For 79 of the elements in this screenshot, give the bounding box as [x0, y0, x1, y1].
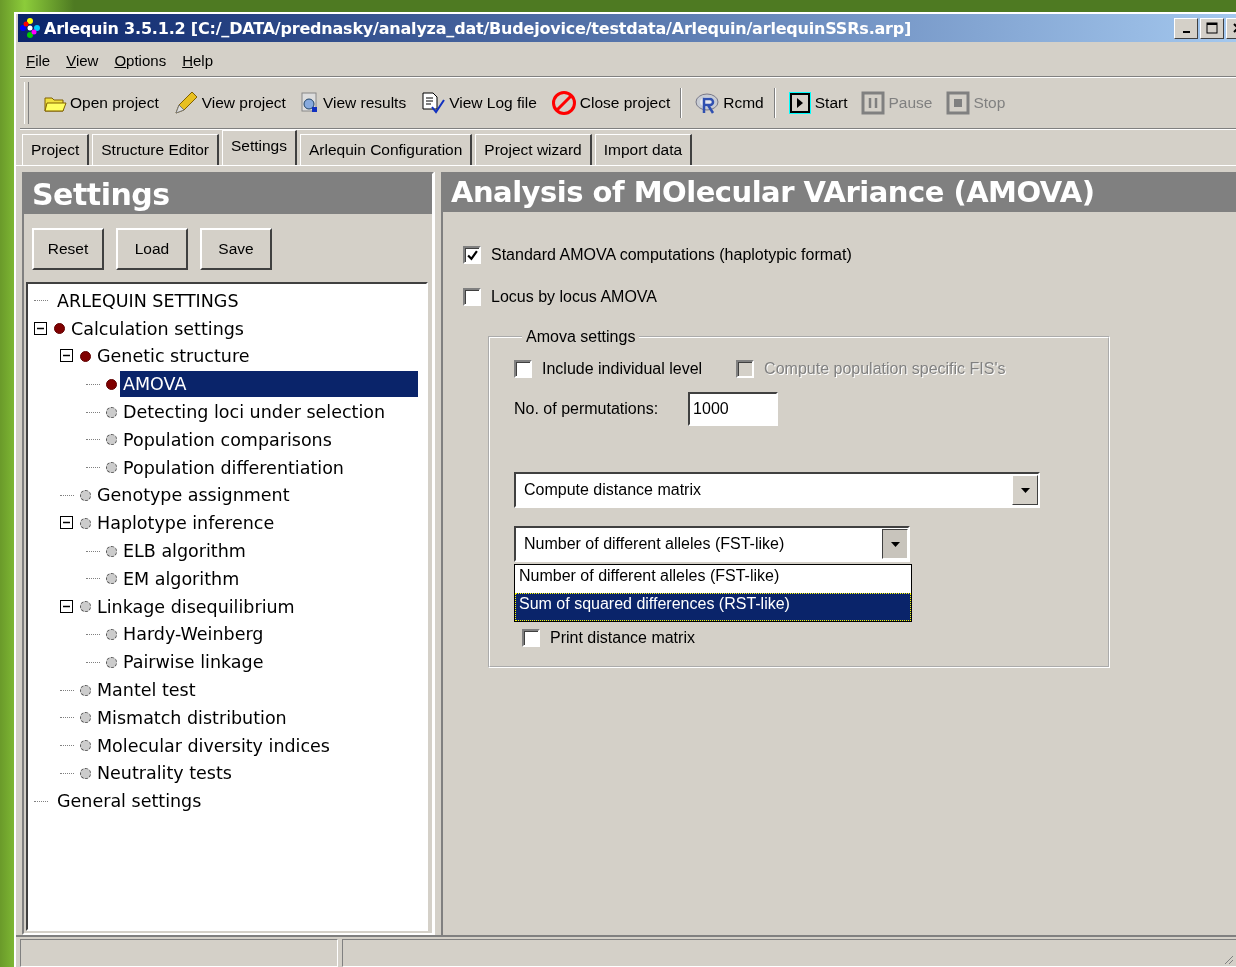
distance-type-dropdown[interactable]: Number of different alleles (FST-like): [514, 526, 910, 562]
tab[interactable]: Structure Editor: [92, 134, 219, 165]
diamond-logo-icon: [20, 18, 40, 38]
checkbox-label: Print distance matrix: [550, 629, 695, 647]
distance-method-dropdown[interactable]: Compute distance matrix: [514, 472, 1040, 508]
tree-item[interactable]: Genotype assignment: [94, 482, 293, 509]
action-button[interactable]: Load: [116, 228, 188, 270]
maximize-icon: [1206, 22, 1218, 34]
stop-icon: [946, 91, 971, 115]
tree-item[interactable]: Calculation settings: [68, 315, 247, 342]
tab[interactable]: Project: [22, 134, 90, 165]
pen-icon: [172, 90, 199, 116]
menu-item[interactable]: Help: [182, 52, 213, 69]
checkbox[interactable]: [514, 360, 532, 378]
checkbox[interactable]: [463, 288, 481, 306]
collapse-toggle[interactable]: [34, 321, 48, 336]
dropdown-arrow-icon: [890, 541, 900, 547]
checkbox-label: Locus by locus AMOVA: [491, 288, 657, 306]
tab[interactable]: Project wizard: [475, 134, 592, 165]
dropdown-option[interactable]: Sum of squared differences (RST-like): [515, 593, 911, 621]
tab[interactable]: Arlequin Configuration: [299, 134, 473, 165]
collapse-toggle[interactable]: [60, 599, 74, 614]
tree-item[interactable]: Population differentiation: [120, 454, 347, 481]
tree-item[interactable]: Population comparisons: [120, 426, 335, 453]
tree-item[interactable]: EM algorithm: [120, 565, 243, 592]
tree-item[interactable]: Molecular diversity indices: [94, 732, 333, 759]
play-icon: [787, 91, 812, 115]
tree-item[interactable]: Pairwise linkage: [120, 649, 267, 676]
maximize-button[interactable]: [1200, 17, 1224, 39]
panel-title: Settings: [32, 176, 170, 212]
dropdown-arrow-icon: [1020, 487, 1030, 493]
group-legend: Amova settings: [522, 328, 640, 346]
collapse-toggle[interactable]: [60, 516, 74, 531]
tree-item[interactable]: ELB algorithm: [120, 538, 249, 565]
document-check-icon: [420, 91, 447, 115]
checkbox-label: Compute population specific FIS's: [764, 360, 1006, 378]
tree-item[interactable]: Mismatch distribution: [94, 704, 290, 731]
splitter[interactable]: [434, 172, 443, 935]
toolbar-button[interactable]: Open project: [43, 93, 159, 113]
action-button[interactable]: Save: [200, 228, 272, 270]
tree-item[interactable]: Detecting loci under selection: [120, 399, 389, 426]
tree-item[interactable]: ARLEQUIN SETTINGS: [54, 287, 242, 314]
checkbox-label: Include individual level: [542, 360, 703, 378]
tree-item[interactable]: Linkage disequilibrium: [94, 593, 298, 620]
no-entry-icon: [550, 90, 577, 116]
menu-item[interactable]: View: [66, 52, 99, 69]
action-button[interactable]: Reset: [32, 228, 104, 270]
tree-item[interactable]: Genetic structure: [94, 343, 253, 370]
resize-grip-icon: [1222, 953, 1234, 965]
tree-item[interactable]: General settings: [54, 788, 205, 815]
tab[interactable]: Settings: [221, 130, 297, 165]
toolbar-button[interactable]: View Log file: [420, 91, 537, 115]
toolbar-button[interactable]: Rcmd: [694, 90, 764, 116]
minimize-button[interactable]: [1174, 17, 1198, 39]
field-label: No. of permutations:: [514, 400, 659, 418]
tree-item[interactable]: Mantel test: [94, 677, 199, 704]
toolbar-button[interactable]: View results: [299, 91, 407, 115]
r-logo-icon: [694, 90, 721, 116]
toolbar-button[interactable]: Close project: [550, 90, 671, 116]
menu-item[interactable]: File: [26, 52, 51, 69]
checkbox[interactable]: [463, 246, 481, 264]
window-title: Arlequin 3.5.1.2 [C:/_DATA/prednasky/analyza_dat/Budejovice/testdata/Arlequin/arlequinSSRs.arp]: [44, 18, 912, 38]
magnifier-icon: [299, 91, 320, 115]
tree-item[interactable]: AMOVA: [120, 371, 418, 398]
tree-item[interactable]: Haplotype inference: [94, 510, 278, 537]
dropdown-option[interactable]: Number of different alleles (FST-like): [515, 565, 911, 593]
tree-item[interactable]: Hardy-Weinberg: [120, 621, 267, 648]
pause-icon: [861, 91, 886, 115]
menu-item[interactable]: Options: [114, 52, 167, 69]
tab[interactable]: Import data: [594, 134, 693, 165]
collapse-toggle[interactable]: [60, 349, 74, 364]
toolbar-button[interactable]: View project: [172, 90, 286, 116]
toolbar-button[interactable]: Start: [787, 91, 848, 115]
checkbox-label: Standard AMOVA computations (haplotypic format): [491, 246, 852, 264]
tree-item[interactable]: Neutrality tests: [94, 760, 235, 787]
checkbox[interactable]: [522, 629, 540, 647]
panel-title: Analysis of MOlecular VAriance (AMOVA): [451, 175, 1095, 209]
minimize-icon: [1182, 31, 1190, 33]
permutations-field[interactable]: 1000: [688, 392, 779, 426]
